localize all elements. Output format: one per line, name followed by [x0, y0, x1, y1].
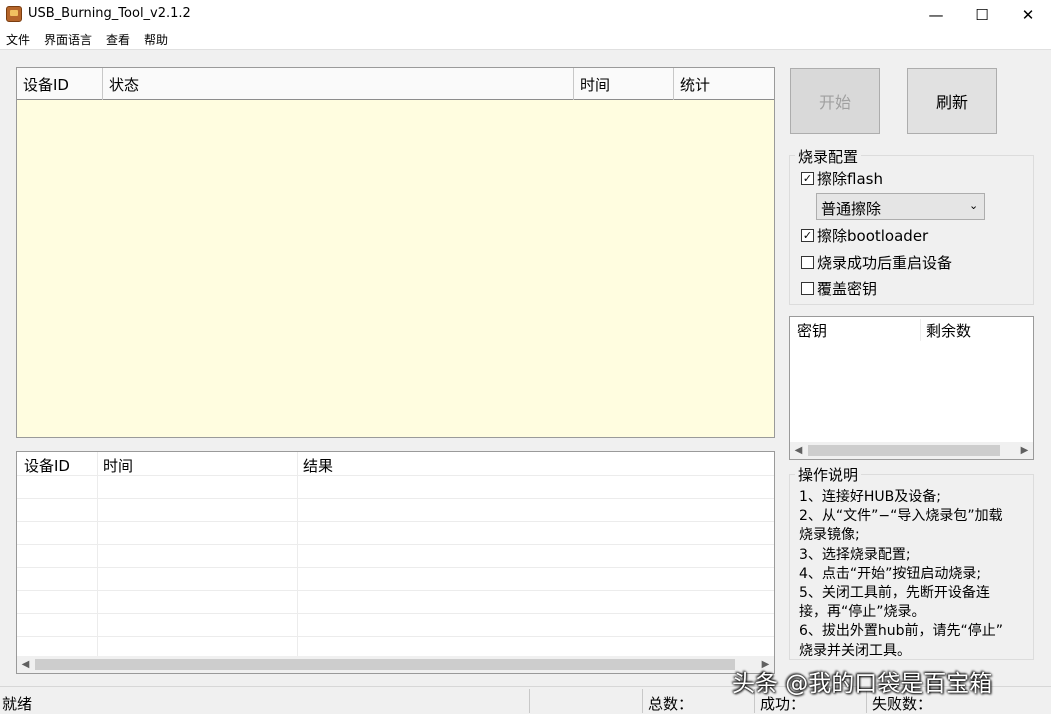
menu-language[interactable]: 界面语言	[44, 31, 92, 48]
instruction-line: 1、连接好HUB及设备;	[799, 489, 942, 505]
close-button[interactable]: ✕	[1005, 0, 1051, 30]
total-count-label: 总数：	[648, 695, 694, 713]
instruction-line: 5、关闭工具前，先断开设备连	[799, 585, 990, 602]
instructions-title: 操作说明	[795, 464, 862, 485]
erase-mode-select[interactable]: 普通擦除 ⌄	[816, 193, 985, 220]
watermark-text: 头条 @我的口袋是百宝箱	[732, 671, 993, 697]
instruction-line: 烧录并关闭工具。	[799, 642, 911, 659]
table-row[interactable]	[17, 591, 774, 614]
scroll-thumb[interactable]	[808, 445, 1000, 456]
col-status[interactable]: 状态	[103, 68, 574, 100]
menu-bar: 文件 界面语言 查看 帮助	[0, 30, 1051, 50]
status-divider	[642, 689, 643, 713]
result-table[interactable]: 设备ID 时间 结果 ◀ ▶	[16, 451, 775, 674]
refresh-button[interactable]: 刷新	[907, 68, 997, 134]
table-row[interactable]	[17, 545, 774, 568]
overwrite-key-label: 覆盖密钥	[817, 280, 878, 298]
table-row[interactable]	[17, 522, 774, 545]
overwrite-key-checkbox[interactable]	[801, 282, 814, 295]
scroll-left-icon[interactable]: ◀	[17, 656, 34, 673]
col-stats[interactable]: 统计	[674, 68, 774, 100]
menu-view[interactable]: 查看	[106, 31, 130, 48]
menu-file[interactable]: 文件	[6, 31, 30, 48]
instruction-line: 烧录镜像;	[799, 527, 860, 544]
instruction-line: 2、从“文件”−“导入烧录包”加载	[799, 508, 1003, 525]
device-table-header: 设备ID 状态 时间 统计	[17, 68, 774, 100]
erase-flash-checkbox[interactable]: ✓	[801, 172, 814, 185]
result-hscrollbar[interactable]: ◀ ▶	[17, 656, 774, 673]
title-bar: USB_Burning_Tool_v2.1.2 — ☐ ✕	[0, 0, 1051, 30]
erase-mode-value: 普通擦除	[821, 200, 882, 218]
instructions-text: 1、连接好HUB及设备; 2、从“文件”−“导入烧录包”加载 烧录镜像; 3、选…	[799, 488, 1031, 661]
erase-flash-label: 擦除flash	[817, 170, 883, 188]
table-row[interactable]	[17, 476, 774, 499]
window-title: USB_Burning_Tool_v2.1.2	[28, 6, 191, 21]
col-device-id[interactable]: 设备ID	[17, 68, 103, 100]
minimize-button[interactable]: —	[913, 0, 959, 30]
instruction-line: 接，再“停止”烧录。	[799, 604, 926, 621]
instruction-line: 3、选择烧录配置;	[799, 546, 911, 563]
table-row[interactable]	[17, 637, 774, 656]
column-divider	[920, 319, 921, 341]
table-row[interactable]	[17, 568, 774, 591]
scroll-thumb[interactable]	[35, 659, 735, 670]
table-row[interactable]	[17, 614, 774, 637]
reboot-after-label: 烧录成功后重启设备	[817, 254, 953, 272]
device-table[interactable]: 设备ID 状态 时间 统计	[16, 67, 775, 438]
menu-help[interactable]: 帮助	[144, 31, 168, 48]
burn-config-title: 烧录配置	[795, 146, 862, 167]
key-hscrollbar[interactable]: ◀ ▶	[790, 442, 1033, 459]
status-text: 就绪	[2, 695, 33, 713]
table-row[interactable]	[17, 499, 774, 522]
chevron-down-icon: ⌄	[969, 199, 979, 212]
col-remaining[interactable]: 剩余数	[926, 320, 971, 341]
col-time[interactable]: 时间	[574, 68, 674, 100]
col-key[interactable]: 密钥	[797, 320, 827, 341]
instruction-line: 6、拔出外置hub前，请先“停止”	[799, 623, 1004, 640]
key-list[interactable]: 密钥 剩余数 ◀ ▶	[789, 316, 1034, 460]
scroll-right-icon[interactable]: ▶	[1016, 442, 1033, 459]
col-result[interactable]: 结果	[303, 455, 333, 476]
result-table-header: 设备ID 时间 结果	[17, 452, 774, 476]
col-device-id[interactable]: 设备ID	[24, 455, 70, 476]
instruction-line: 4、点击“开始”按钮启动烧录;	[799, 565, 982, 582]
reboot-after-checkbox[interactable]	[801, 256, 814, 269]
maximize-button[interactable]: ☐	[959, 0, 1005, 30]
app-icon	[6, 6, 22, 22]
erase-bootloader-checkbox[interactable]: ✓	[801, 229, 814, 242]
start-button[interactable]: 开始	[790, 68, 880, 134]
col-time[interactable]: 时间	[103, 455, 133, 476]
status-divider	[529, 689, 530, 713]
erase-bootloader-label: 擦除bootloader	[817, 227, 929, 245]
scroll-left-icon[interactable]: ◀	[790, 442, 807, 459]
